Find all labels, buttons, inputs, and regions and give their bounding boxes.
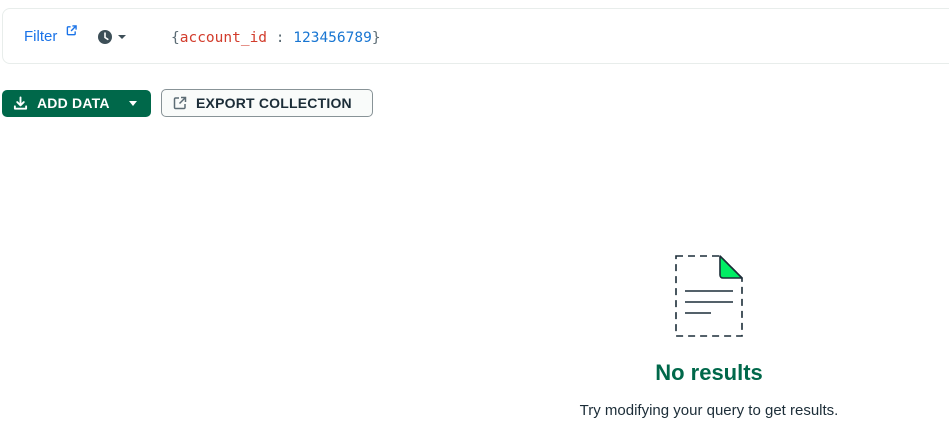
download-icon — [13, 96, 28, 110]
query-separator: : — [267, 30, 294, 46]
empty-state-title: No results — [655, 360, 763, 385]
filter-link[interactable]: Filter — [24, 25, 77, 47]
documents-view: Filter {account_id : 123456789} ADD DATA — [0, 0, 949, 445]
query-close-brace: } — [371, 30, 381, 46]
empty-state-subtitle: Try modifying your query to get results. — [579, 402, 839, 419]
query-key: account_id — [179, 30, 268, 46]
empty-document-icon — [675, 255, 743, 337]
query-bar: Filter {account_id : 123456789} — [2, 8, 949, 64]
query-value: 123456789 — [293, 30, 372, 46]
query-input[interactable]: {account_id : 123456789} — [171, 29, 381, 47]
clock-icon — [98, 30, 126, 44]
add-data-button[interactable]: ADD DATA — [2, 90, 151, 117]
export-collection-label: EXPORT COLLECTION — [196, 95, 352, 111]
external-link-icon — [66, 25, 77, 36]
add-data-label: ADD DATA — [37, 95, 110, 111]
query-history-button[interactable] — [95, 27, 135, 47]
filter-label: Filter — [24, 28, 58, 45]
chevron-down-icon — [118, 35, 126, 39]
query-open-brace: { — [171, 30, 180, 46]
caret-down-icon — [129, 101, 137, 106]
export-icon — [173, 96, 187, 110]
export-collection-button[interactable]: EXPORT COLLECTION — [161, 89, 373, 117]
